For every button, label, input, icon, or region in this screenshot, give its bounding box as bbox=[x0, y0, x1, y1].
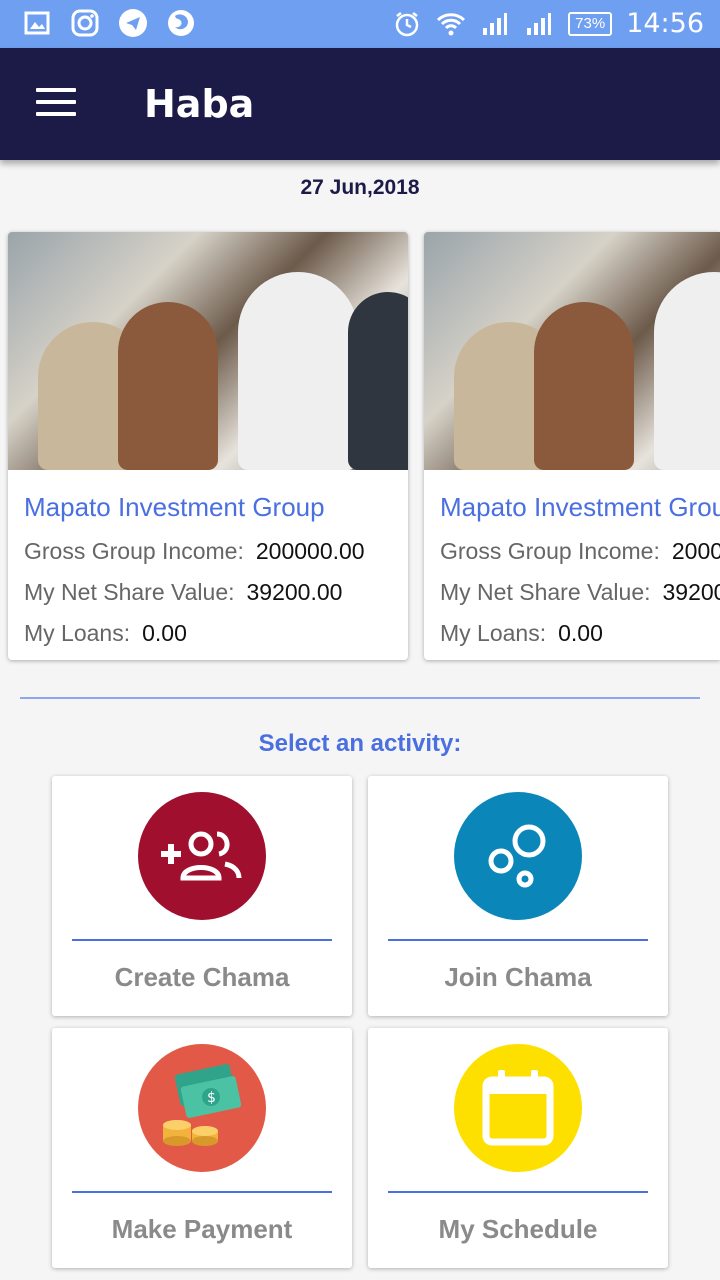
loans-label: My Loans: bbox=[440, 620, 547, 646]
date-label: 27 Jun,2018 bbox=[300, 176, 420, 199]
gross-income-value: 200000.00 bbox=[255, 538, 365, 564]
my-schedule-label: My Schedule bbox=[438, 1214, 598, 1244]
group-photo bbox=[424, 232, 720, 470]
join-chama-label: Join Chama bbox=[444, 962, 592, 992]
svg-text:$: $ bbox=[207, 1090, 216, 1106]
group-name: Mapato Investment Group bbox=[24, 492, 325, 522]
firefox-icon bbox=[166, 8, 196, 38]
app-bar: Haba bbox=[0, 48, 720, 160]
gross-income-row: Gross Group Income: 200000.00 bbox=[440, 538, 720, 565]
tile-divider bbox=[72, 939, 332, 941]
make-payment-button[interactable]: $ Make Payment bbox=[52, 1028, 352, 1268]
net-share-value: 39200.00 bbox=[246, 579, 343, 605]
wifi-icon bbox=[436, 9, 466, 39]
money-icon: $ bbox=[138, 1044, 266, 1172]
status-bar: 73% 14:56 bbox=[0, 0, 720, 48]
select-activity-label: Select an activity: bbox=[258, 730, 462, 757]
net-share-label: My Net Share Value: bbox=[24, 579, 235, 605]
add-group-icon bbox=[138, 792, 266, 920]
group-photo bbox=[8, 232, 408, 470]
calendar-icon bbox=[454, 1044, 582, 1172]
net-share-row: My Net Share Value: 39200.00 bbox=[24, 579, 342, 606]
net-share-label: My Net Share Value: bbox=[440, 579, 651, 605]
my-schedule-button[interactable]: My Schedule bbox=[368, 1028, 668, 1268]
loans-row: My Loans: 0.00 bbox=[24, 620, 187, 647]
tile-divider bbox=[388, 939, 648, 941]
telegram-icon bbox=[118, 8, 148, 38]
tile-divider bbox=[72, 1191, 332, 1193]
signal-icon bbox=[480, 9, 510, 39]
gross-income-label: Gross Group Income: bbox=[440, 538, 660, 564]
signal-icon bbox=[524, 9, 554, 39]
battery-indicator: 73% bbox=[568, 11, 613, 36]
app-title: Haba bbox=[144, 82, 255, 126]
group-name: Mapato Investment Group bbox=[440, 492, 720, 522]
instagram-icon bbox=[70, 8, 100, 38]
loans-label: My Loans: bbox=[24, 620, 131, 646]
net-share-value: 39200.00 bbox=[662, 579, 720, 605]
create-chama-label: Create Chama bbox=[114, 962, 290, 992]
gross-income-label: Gross Group Income: bbox=[24, 538, 244, 564]
net-share-row: My Net Share Value: 39200.00 bbox=[440, 579, 720, 606]
menu-icon[interactable] bbox=[36, 88, 76, 118]
loans-value: 0.00 bbox=[558, 620, 603, 646]
tile-divider bbox=[388, 1191, 648, 1193]
gross-income-row: Gross Group Income: 200000.00 bbox=[24, 538, 365, 565]
gross-income-value: 200000.00 bbox=[671, 538, 720, 564]
create-chama-button[interactable]: Create Chama bbox=[52, 776, 352, 1016]
group-card[interactable]: Mapato Investment Group Gross Group Inco… bbox=[8, 232, 408, 660]
section-divider bbox=[20, 697, 700, 699]
join-chama-button[interactable]: Join Chama bbox=[368, 776, 668, 1016]
make-payment-label: Make Payment bbox=[111, 1214, 293, 1244]
alarm-icon bbox=[392, 9, 422, 39]
clock: 14:56 bbox=[626, 8, 704, 39]
bubbles-icon bbox=[454, 792, 582, 920]
loans-row: My Loans: 0.00 bbox=[440, 620, 603, 647]
loans-value: 0.00 bbox=[142, 620, 187, 646]
gallery-icon bbox=[22, 8, 52, 38]
group-card[interactable]: Mapato Investment Group Gross Group Inco… bbox=[424, 232, 720, 660]
